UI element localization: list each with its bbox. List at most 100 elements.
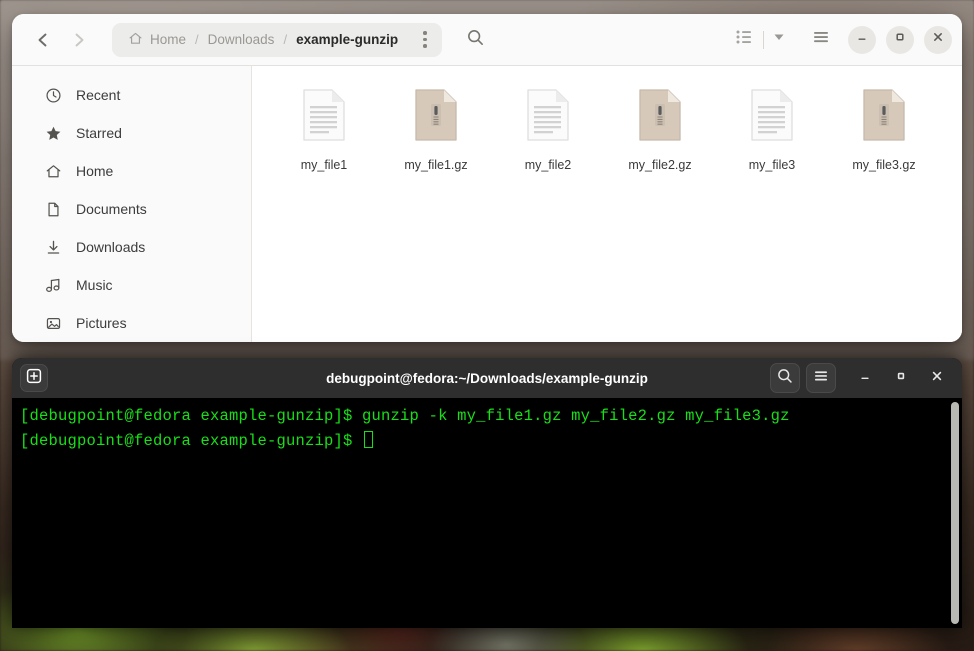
file-manager-header: Home / Downloads / example-gunzip xyxy=(12,14,962,66)
breadcrumb-menu-button[interactable] xyxy=(410,25,440,55)
file-name-label: my_file1.gz xyxy=(404,158,468,172)
sidebar-item-label: Starred xyxy=(76,125,122,141)
file-item[interactable]: my_file3 xyxy=(716,88,828,172)
list-view-button[interactable] xyxy=(727,23,761,57)
home-icon xyxy=(44,162,62,180)
file-icon-wrapper xyxy=(525,87,571,148)
terminal-menu-button[interactable] xyxy=(806,363,836,393)
plus-in-box-icon xyxy=(25,367,43,390)
terminal-line: [debugpoint@fedora example-gunzip]$ gunz… xyxy=(20,407,790,425)
breadcrumb-separator: / xyxy=(195,32,199,47)
terminal-scrollbar[interactable] xyxy=(951,402,959,624)
sidebar-item-label: Downloads xyxy=(76,239,146,255)
terminal-window: debugpoint@fedora:~/Downloads/example-gu… xyxy=(12,358,962,628)
file-icon-wrapper xyxy=(301,87,347,148)
terminal-header: debugpoint@fedora:~/Downloads/example-gu… xyxy=(12,358,962,398)
breadcrumb-item-home[interactable]: Home xyxy=(124,31,190,49)
search-button[interactable] xyxy=(458,23,492,57)
terminal-prompt-line: [debugpoint@fedora example-gunzip]$ xyxy=(20,429,962,454)
terminal-new-tab-button[interactable] xyxy=(20,364,48,392)
breadcrumb-item-downloads[interactable]: Downloads xyxy=(204,32,279,47)
chevron-down-icon xyxy=(772,30,786,49)
sidebar-item-downloads[interactable]: Downloads xyxy=(20,228,243,266)
sidebar-item-home[interactable]: Home xyxy=(20,152,243,190)
hamburger-menu-icon xyxy=(811,27,831,52)
file-name-label: my_file3 xyxy=(748,158,796,172)
file-grid: my_file1 my_file1.gz my_file2 my_file2.g… xyxy=(268,88,946,172)
window-close-button[interactable] xyxy=(924,25,952,54)
file-icon-wrapper xyxy=(861,87,907,148)
desktop: Home / Downloads / example-gunzip Recent… xyxy=(0,0,974,651)
text-file-icon xyxy=(749,87,795,148)
file-name-label: my_file2.gz xyxy=(628,158,692,172)
hamburger-menu-icon xyxy=(812,367,830,390)
terminal-prompt-text: [debugpoint@fedora example-gunzip]$ xyxy=(20,432,363,450)
file-manager-window: Home / Downloads / example-gunzip Recent… xyxy=(12,14,962,342)
vertical-dots-icon-dot xyxy=(423,31,427,35)
chevron-left-icon xyxy=(34,31,52,49)
file-item[interactable]: my_file1 xyxy=(268,88,380,172)
text-file-icon xyxy=(301,87,347,148)
file-item[interactable]: my_file2.gz xyxy=(604,88,716,172)
sidebar-item-label: Home xyxy=(76,163,114,179)
vertical-dots-icon-dot xyxy=(423,37,427,42)
home-icon xyxy=(128,31,143,49)
sidebar-item-documents[interactable]: Documents xyxy=(20,190,243,228)
back-button[interactable] xyxy=(26,23,60,57)
breadcrumb: Home / Downloads / example-gunzip xyxy=(112,22,443,57)
breadcrumb-separator: / xyxy=(283,32,288,47)
terminal-search-button[interactable] xyxy=(770,363,800,393)
file-item[interactable]: my_file3.gz xyxy=(828,88,940,172)
close-icon xyxy=(931,30,945,49)
search-icon xyxy=(776,367,794,390)
chevron-right-icon xyxy=(70,31,88,49)
maximize-icon xyxy=(894,369,908,388)
file-icon-wrapper xyxy=(749,87,795,148)
file-name-label: my_file1 xyxy=(300,158,348,172)
list-view-icon xyxy=(735,28,753,51)
sidebar-item-label: Documents xyxy=(76,201,147,217)
file-name-label: my_file3.gz xyxy=(852,158,916,172)
file-manager-body: Recent Starred Home Documents Downloads … xyxy=(12,66,962,342)
file-icon-wrapper xyxy=(637,89,683,148)
sidebar-item-music[interactable]: Music xyxy=(20,266,243,304)
window-maximize-button[interactable] xyxy=(886,25,914,54)
vertical-dots-icon-dot xyxy=(423,44,427,48)
sidebar-item-recent[interactable]: Recent xyxy=(20,76,243,114)
view-mode-group xyxy=(727,23,792,57)
breadcrumb-label: example-gunzip xyxy=(296,32,399,47)
breadcrumb-item-current[interactable]: example-gunzip xyxy=(292,32,402,47)
terminal-close-button[interactable] xyxy=(922,363,952,393)
archive-file-icon xyxy=(413,87,459,148)
minimize-icon xyxy=(855,30,869,49)
file-item[interactable]: my_file2 xyxy=(492,88,604,172)
sidebar-item-label: Music xyxy=(76,277,113,293)
image-icon xyxy=(44,314,62,332)
close-icon xyxy=(930,369,944,388)
clock-icon xyxy=(44,86,62,104)
view-options-dropdown[interactable] xyxy=(766,23,792,57)
sidebar: Recent Starred Home Documents Downloads … xyxy=(12,66,252,342)
breadcrumb-label: Home xyxy=(150,32,187,47)
maximize-icon xyxy=(893,30,907,49)
terminal-minimize-button[interactable] xyxy=(850,363,880,393)
terminal-maximize-button[interactable] xyxy=(886,363,916,393)
text-file-icon xyxy=(525,87,571,148)
file-list-area: my_file1 my_file1.gz my_file2 my_file2.g… xyxy=(252,66,962,342)
file-item[interactable]: my_file1.gz xyxy=(380,88,492,172)
download-arrow-icon xyxy=(44,238,62,256)
star-icon xyxy=(44,124,62,142)
sidebar-item-label: Recent xyxy=(76,87,121,103)
music-note-icon xyxy=(44,276,62,294)
document-icon xyxy=(44,200,62,218)
terminal-output-area[interactable]: [debugpoint@fedora example-gunzip]$ gunz… xyxy=(12,398,962,628)
file-icon-wrapper xyxy=(413,87,459,148)
archive-file-icon xyxy=(861,87,907,148)
sidebar-item-label: Pictures xyxy=(76,315,127,331)
main-menu-button[interactable] xyxy=(804,23,838,57)
file-name-label: my_file2 xyxy=(524,158,572,172)
sidebar-item-pictures[interactable]: Pictures xyxy=(20,304,243,342)
sidebar-item-starred[interactable]: Starred xyxy=(20,114,243,152)
forward-button[interactable] xyxy=(62,23,96,57)
window-minimize-button[interactable] xyxy=(848,25,876,54)
